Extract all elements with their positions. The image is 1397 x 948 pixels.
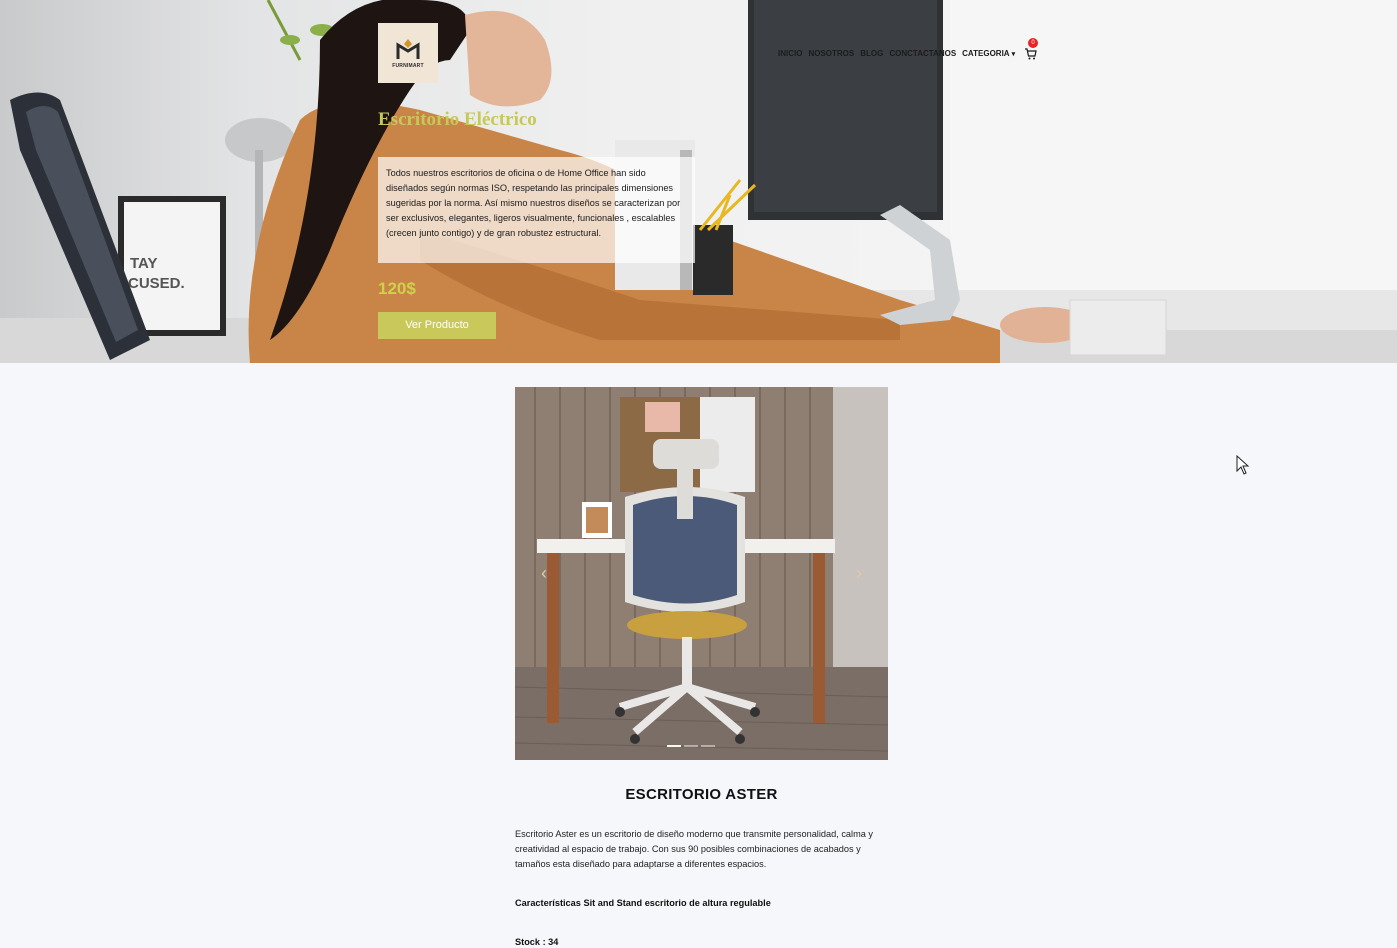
carousel-indicator-3[interactable] — [701, 745, 715, 747]
nav-contactanos[interactable]: CONCTACTANOS — [889, 49, 956, 58]
hero-banner: TAY CUSED. FURNIMART INICIO NOSOTROS BLO… — [0, 0, 1397, 363]
carousel-indicator-2[interactable] — [684, 745, 698, 747]
ver-producto-button[interactable]: Ver Producto — [378, 312, 496, 339]
brand-logo[interactable]: FURNIMART — [378, 23, 438, 83]
product-stock: Stock : 34 — [515, 937, 559, 947]
hero-price: 120$ — [378, 279, 416, 298]
svg-text:TAY: TAY — [130, 255, 158, 272]
mouse-pointer-icon — [1236, 455, 1250, 475]
cart-icon — [1025, 48, 1037, 60]
hero-background-image: TAY CUSED. — [0, 0, 1397, 363]
carousel-indicators — [667, 745, 715, 747]
product-image — [515, 387, 888, 760]
hero-title: Escritorio Eléctrico — [378, 109, 537, 130]
furnimart-logo-icon — [396, 39, 420, 59]
main-navigation: INICIO NOSOTROS BLOG CONCTACTANOS CATEGO… — [778, 38, 1039, 60]
categoria-label: CATEGORIA — [962, 48, 1010, 58]
product-title: ESCRITORIO ASTER — [625, 786, 778, 803]
caret-down-icon: ▾ — [1011, 50, 1016, 58]
product-description: Escritorio Aster es un escritorio de dis… — [515, 829, 873, 869]
product-carousel: ‹ › — [515, 387, 888, 760]
cart-button[interactable]: 0 — [1025, 38, 1039, 60]
svg-text:CUSED.: CUSED. — [128, 275, 185, 292]
nav-inicio[interactable]: INICIO — [778, 49, 802, 58]
nav-nosotros[interactable]: NOSOTROS — [808, 49, 854, 58]
hero-description: Todos nuestros escritorios de oficina o … — [378, 157, 695, 263]
logo-text: FURNIMART — [392, 63, 424, 69]
carousel-indicator-1[interactable] — [667, 745, 681, 747]
carousel-prev-arrow-icon[interactable]: ‹ — [536, 563, 552, 583]
carousel-next-arrow-icon[interactable]: › — [851, 563, 867, 583]
nav-blog[interactable]: BLOG — [860, 49, 883, 58]
product-features-heading: Características Sit and Stand escritorio… — [515, 898, 771, 908]
nav-categoria-dropdown[interactable]: CATEGORIA ▾ — [962, 49, 1015, 58]
cart-count-badge: 0 — [1028, 38, 1039, 48]
